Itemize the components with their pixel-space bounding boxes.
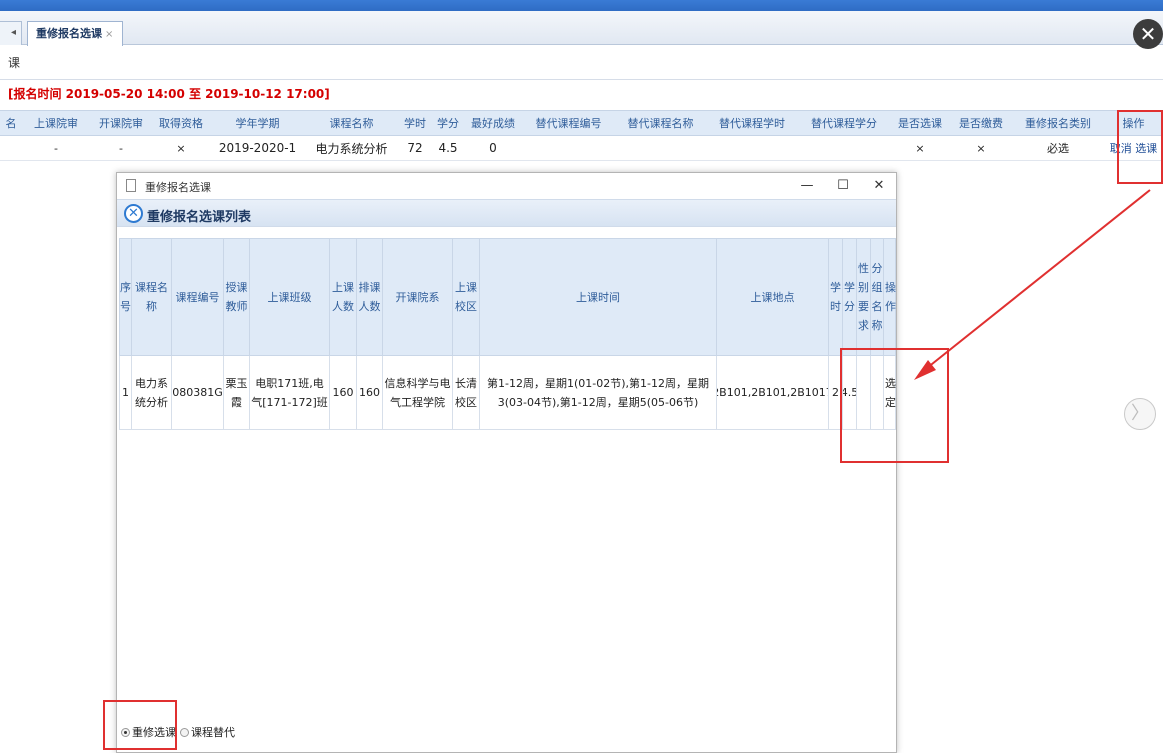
- cell-teacher: 栗玉霞: [224, 356, 250, 429]
- col-seq: 序号: [120, 239, 132, 355]
- col-header-course-name: 课程名称: [329, 117, 374, 130]
- cell-paid: ×: [976, 141, 986, 155]
- course-list-header: 序号 课程名称 课程编号 授课教师 上课班级 上课人数 排课人数 开课院系 上课…: [119, 238, 896, 356]
- dialog-title: 重修报名选课: [145, 181, 211, 194]
- dialog-title-bar: 重修报名选课 — ☐ ✕: [117, 173, 896, 199]
- col-header-sub-hours: 替代课程学时: [719, 117, 785, 130]
- cell-class-review: -: [54, 141, 58, 155]
- cell-dept: 信息科学与电气工程学院: [383, 356, 453, 429]
- col-arranged-count: 排课人数: [357, 239, 383, 355]
- col-header-best-score: 最好成绩: [471, 117, 515, 130]
- col-header-sub-credits: 替代课程学分: [811, 117, 877, 130]
- tab-scroll-left[interactable]: ◂: [0, 21, 22, 45]
- maximize-button[interactable]: ☐: [830, 175, 856, 197]
- col-group: 分组名称: [871, 239, 884, 355]
- col-header-hours: 学时: [404, 117, 426, 130]
- cell-campus: 长清校区: [453, 356, 480, 429]
- cell-term: 2019-2020-1: [218, 141, 297, 155]
- dialog-list-title: 重修报名选课列表: [147, 210, 252, 225]
- col-header-credits: 学分: [437, 117, 459, 130]
- top-title-bar: [0, 0, 1163, 11]
- table-row: - - × 2019-2020-1 电力系统分析 72 4.5 0 × × 必选…: [0, 136, 1163, 161]
- tab-close-icon[interactable]: ×: [105, 29, 113, 40]
- cell-course-name: 电力系统分析: [315, 141, 388, 156]
- breadcrumb: 课: [8, 56, 21, 70]
- col-time: 上课时间: [480, 239, 717, 355]
- cell-best-score: 0: [489, 141, 497, 155]
- cell-credits: 4.5: [438, 141, 458, 155]
- close-circle-icon[interactable]: ✕: [124, 204, 143, 223]
- col-course-code: 课程编号: [172, 239, 224, 355]
- col-header-paid: 是否缴费: [959, 117, 1003, 130]
- cell-seq: 1: [120, 356, 132, 429]
- cell-course-code: 080381G: [172, 356, 224, 429]
- col-gender: 性别要求: [857, 239, 871, 355]
- retake-registration-dialog: 重修报名选课 — ☐ ✕ ✕ 重修报名选课列表 序号 课程名称 课程编号 授课教…: [116, 172, 897, 753]
- col-header-sub-name: 替代课程名称: [627, 117, 694, 130]
- col-header-term: 学年学期: [235, 117, 280, 130]
- main-table-header: 名 上课院审 开课院审 取得资格 学年学期 课程名称 学时 学分 最好成绩 替代…: [0, 110, 1163, 136]
- tab-retake-registration[interactable]: 重修报名选课 ×: [27, 21, 123, 46]
- col-hours: 学时: [829, 239, 843, 355]
- col-header-dept-review: 开课院审: [99, 117, 143, 130]
- col-credits: 学分: [843, 239, 857, 355]
- col-class-count: 上课人数: [330, 239, 357, 355]
- divider: [0, 79, 1163, 80]
- col-course-name: 课程名称: [132, 239, 172, 355]
- col-header-category: 重修报名类别: [1025, 117, 1091, 130]
- col-teacher: 授课教师: [224, 239, 250, 355]
- cell-course-name: 电力系统分析: [132, 356, 172, 429]
- cell-dept-review: -: [119, 141, 123, 155]
- document-icon: [126, 179, 136, 192]
- cell-category: 必选: [1047, 142, 1069, 155]
- annotation-box-radio: [103, 700, 177, 750]
- col-header-name: 名: [5, 117, 17, 130]
- cell-qualified: ×: [176, 141, 186, 155]
- col-location: 上课地点: [717, 239, 829, 355]
- tab-strip: ◂ 重修报名选课 ×: [0, 11, 1163, 46]
- cell-selected: ×: [915, 141, 925, 155]
- col-class: 上课班级: [250, 239, 330, 355]
- cell-location: 2B101,2B101,2B1017: [717, 356, 829, 429]
- col-action: 操作: [885, 281, 896, 313]
- radio-substitute[interactable]: [180, 727, 189, 737]
- minimize-button[interactable]: —: [794, 175, 820, 197]
- next-page-icon[interactable]: 〉: [1124, 398, 1156, 430]
- table-row: 1 电力系统分析 080381G 栗玉霞 电职171班,电气[171-172]班…: [119, 356, 896, 430]
- cell-time: 第1-12周，星期1(01-02节),第1-12周，星期3(03-04节),第1…: [480, 356, 717, 429]
- radio-substitute-label[interactable]: 课程替代: [191, 724, 235, 740]
- annotation-box-action: [1117, 110, 1163, 184]
- annotation-box-select: [840, 348, 949, 463]
- col-header-sub-code: 替代课程编号: [535, 117, 602, 130]
- col-campus: 上课校区: [453, 239, 480, 355]
- registration-time-notice: [报名时间 2019-05-20 14:00 至 2019-10-12 17:0…: [8, 87, 330, 101]
- cell-hours: 72: [407, 141, 423, 155]
- col-header-selected: 是否选课: [898, 117, 942, 130]
- close-icon[interactable]: ✕: [1133, 19, 1163, 49]
- cell-arranged-count: 160: [357, 356, 383, 429]
- dialog-close-button[interactable]: ✕: [866, 175, 892, 197]
- cell-class: 电职171班,电气[171-172]班: [250, 356, 330, 429]
- col-header-qualified: 取得资格: [159, 117, 203, 130]
- tab-label: 重修报名选课: [36, 27, 102, 40]
- col-dept: 开课院系: [383, 239, 453, 355]
- dialog-subheader: ✕ 重修报名选课列表: [117, 199, 896, 227]
- cell-class-count: 160: [330, 356, 357, 429]
- col-header-class-review: 上课院审: [34, 117, 78, 130]
